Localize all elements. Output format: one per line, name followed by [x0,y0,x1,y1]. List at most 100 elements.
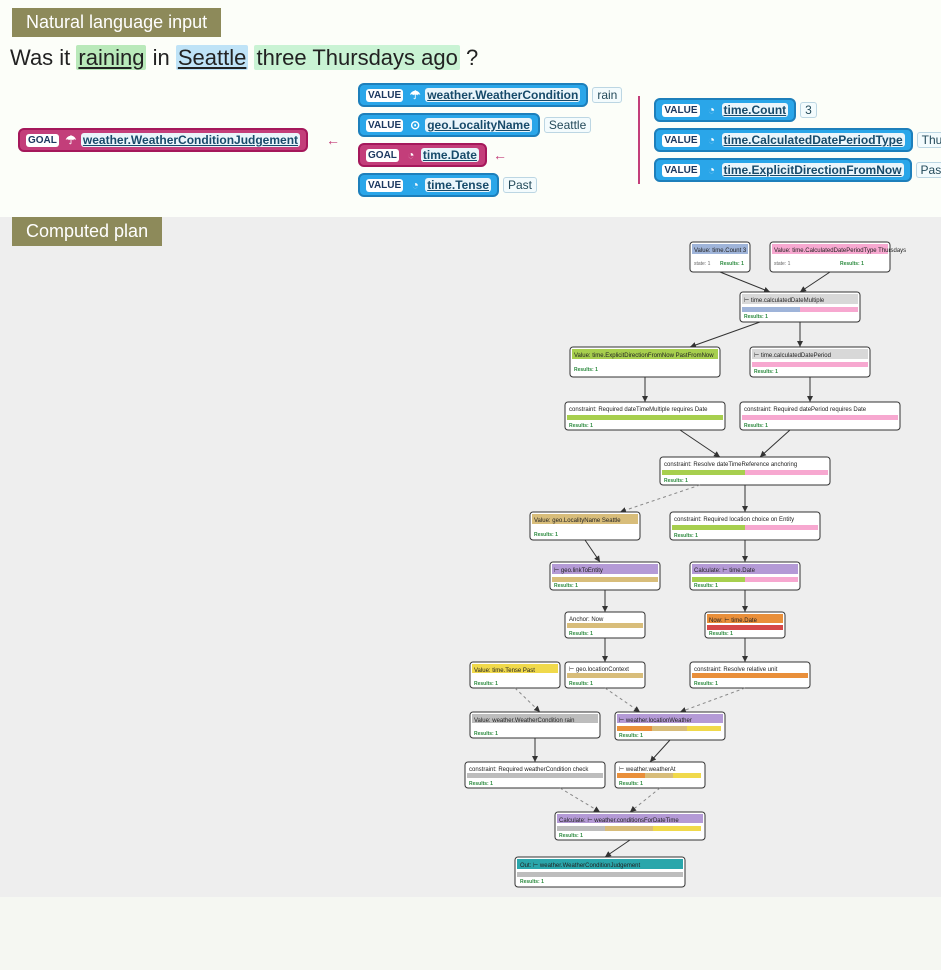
svg-text:Results: 1: Results: 1 [754,369,778,375]
goal-weather-judgement[interactable]: GOAL ☂ weather.WeatherConditionJudgement [18,128,308,152]
vcond-value: rain [592,87,622,103]
value-label: VALUE [662,104,699,117]
sent-in: in [153,45,176,70]
svg-text:⊢ weather.locationWeather: ⊢ weather.locationWeather [619,717,692,724]
node-resolve-loc[interactable]: constraint: Required location choice on … [670,512,820,540]
value-count[interactable]: VALUE ◔ time.Count [654,98,796,122]
value-label: VALUE [366,179,403,192]
nl-sentence: Was it raining in Seattle three Thursday… [0,41,941,81]
svg-text:constraint: Required datePerio: constraint: Required datePeriod requires… [744,407,867,413]
svg-text:state: 1: state: 1 [694,261,711,267]
node-tense[interactable]: Value: time.Tense Past Results: 1 [470,662,560,688]
node-count[interactable]: Value: time.Count 3 state: 1 Results: 1 [690,242,750,272]
vperiod-value: Thursdays [917,132,941,148]
vcond-type[interactable]: weather.WeatherCondition [425,88,580,102]
value-label: VALUE [662,134,699,147]
node-period[interactable]: Value: time.CalculatedDatePeriodType Thu… [770,242,906,272]
arrow-icon: ← [493,147,507,163]
nl-section: Natural language input Was it raining in… [0,0,941,217]
svg-text:⊢ time.calculatedDateMultiple: ⊢ time.calculatedDateMultiple [744,297,825,304]
value-label: VALUE [662,164,699,177]
node-anchor[interactable]: ⊢ geo.linkToEntity Results: 1 [550,562,660,590]
node-reqcond[interactable]: constraint: Required weatherCondition ch… [465,762,605,788]
svg-text:Results: 1: Results: 1 [534,532,558,538]
svg-text:Results: 1: Results: 1 [709,631,733,637]
svg-text:constraint: Resolve relative u: constraint: Resolve relative unit [694,667,778,673]
goal-time-date[interactable]: GOAL ◔ time.Date [358,143,487,167]
vdir-value: PastFromNow [916,162,941,178]
value-locality[interactable]: VALUE ⊙ geo.LocalityName [358,113,540,137]
svg-text:Results: 1: Results: 1 [619,733,643,739]
svg-text:Results: 1: Results: 1 [744,423,768,429]
node-wcond[interactable]: Value: weather.WeatherCondition rain Res… [470,712,600,738]
node-locctx[interactable]: ⊢ geo.locationContext Results: 1 [565,662,645,688]
nl-header: Natural language input [12,8,221,37]
svg-text:⊢ time.calculatedDatePeriod: ⊢ time.calculatedDatePeriod [754,352,831,359]
word-three-thursdays-ago: three Thursdays ago [254,45,459,70]
svg-text:Results: 1: Results: 1 [840,261,864,267]
svg-text:Results: 1: Results: 1 [744,314,768,320]
goal-label: GOAL [26,134,59,147]
node-geoctx[interactable]: Anchor: Now Results: 1 [565,612,645,638]
node-final[interactable]: Out: ⊢ weather.WeatherConditionJudgement… [515,857,685,887]
value-weather-condition[interactable]: VALUE ☂ weather.WeatherCondition [358,83,588,107]
svg-text:Value: time.Count 3: Value: time.Count 3 [694,248,747,254]
svg-text:Results: 1: Results: 1 [694,681,718,687]
goal2-type[interactable]: time.Date [421,148,479,162]
svg-text:Results: 1: Results: 1 [664,478,688,484]
vloc-type[interactable]: geo.LocalityName [425,118,532,132]
plan-section: Computed plan Value: time.Count 3 state:… [0,217,941,897]
node-orange[interactable]: Now: ⊢ time.Date Results: 1 [705,612,785,638]
svg-text:⊢ geo.locationContext: ⊢ geo.locationContext [569,666,629,673]
node-multi[interactable]: ⊢ time.calculatedDateMultiple Results: 1 [740,292,860,322]
svg-text:Results: 1: Results: 1 [574,367,598,373]
value-label: VALUE [366,119,403,132]
vcount-type[interactable]: time.Count [722,103,789,117]
node-calcdate[interactable]: Calculate: ⊢ time.Date Results: 1 [690,562,800,590]
svg-text:Results: 1: Results: 1 [469,781,493,787]
svg-text:Out: ⊢ weather.WeatherConditio: Out: ⊢ weather.WeatherConditionJudgement [520,862,641,869]
node-period2[interactable]: ⊢ time.calculatedDatePeriod Results: 1 [750,347,870,377]
svg-text:⊢ geo.linkToEntity: ⊢ geo.linkToEntity [554,567,603,574]
svg-text:Value: time.CalculatedDatePeri: Value: time.CalculatedDatePeriodType Thu… [774,248,906,254]
node-weather[interactable]: ⊢ weather.weatherAt Results: 1 [615,762,705,788]
goal1-type[interactable]: weather.WeatherConditionJudgement [81,133,300,147]
svg-text:Anchor: Now: Anchor: Now [569,617,604,623]
goal-label: GOAL [366,149,399,162]
value-direction[interactable]: VALUE ◔ time.ExplicitDirectionFromNow [654,158,911,182]
umbrella-icon: ☂ [65,133,77,147]
vperiod-type[interactable]: time.CalculatedDatePeriodType [722,133,905,147]
svg-text:Calculate: ⊢ time.Date: Calculate: ⊢ time.Date [694,567,756,574]
node-req2[interactable]: constraint: Required datePeriod requires… [740,402,900,430]
parse-tree: GOAL ☂ weather.WeatherConditionJudgement… [0,81,941,199]
node-resunit[interactable]: constraint: Resolve relative unit Result… [690,662,810,688]
globe-icon: ⊙ [409,118,421,132]
node-locality[interactable]: Value: geo.LocalityName Seattle Results:… [530,512,640,540]
svg-text:Results: 1: Results: 1 [520,879,544,885]
svg-text:Results: 1: Results: 1 [694,583,718,589]
node-ref[interactable]: constraint: Resolve dateTimeReference an… [660,457,830,485]
node-gather[interactable]: Calculate: ⊢ weather.conditionsForDateTi… [555,812,705,840]
node-req1[interactable]: constraint: Required dateTimeMultiple re… [565,402,725,430]
svg-text:Results: 1: Results: 1 [474,681,498,687]
plan-graph: Value: time.Count 3 state: 1 Results: 1 … [0,217,941,897]
vdir-type[interactable]: time.ExplicitDirectionFromNow [722,163,904,177]
svg-text:Value: weather.WeatherConditio: Value: weather.WeatherCondition rain [474,718,575,724]
svg-text:Calculate: ⊢ weather.condition: Calculate: ⊢ weather.conditionsForDateTi… [559,817,679,824]
svg-text:constraint: Required dateTimeM: constraint: Required dateTimeMultiple re… [569,407,708,413]
svg-text:⊢ weather.weatherAt: ⊢ weather.weatherAt [619,766,676,773]
svg-text:Results: 1: Results: 1 [569,681,593,687]
svg-text:constraint: Required weatherCo: constraint: Required weatherCondition ch… [469,767,589,773]
vtense-type[interactable]: time.Tense [425,178,491,192]
svg-text:Results: 1: Results: 1 [474,731,498,737]
sent-pre: Was it [10,45,76,70]
svg-text:Results: 1: Results: 1 [569,631,593,637]
svg-text:Results: 1: Results: 1 [619,781,643,787]
value-tense[interactable]: VALUE ◔ time.Tense [358,173,499,197]
node-join[interactable]: ⊢ weather.locationWeather Results: 1 [615,712,725,740]
value-label: VALUE [366,89,403,102]
umbrella-icon: ☂ [409,88,421,102]
value-period[interactable]: VALUE ◔ time.CalculatedDatePeriodType [654,128,912,152]
node-direction[interactable]: Value: time.ExplicitDirectionFromNow Pas… [570,347,720,377]
svg-text:constraint: Required location: constraint: Required location choice on … [674,517,794,523]
